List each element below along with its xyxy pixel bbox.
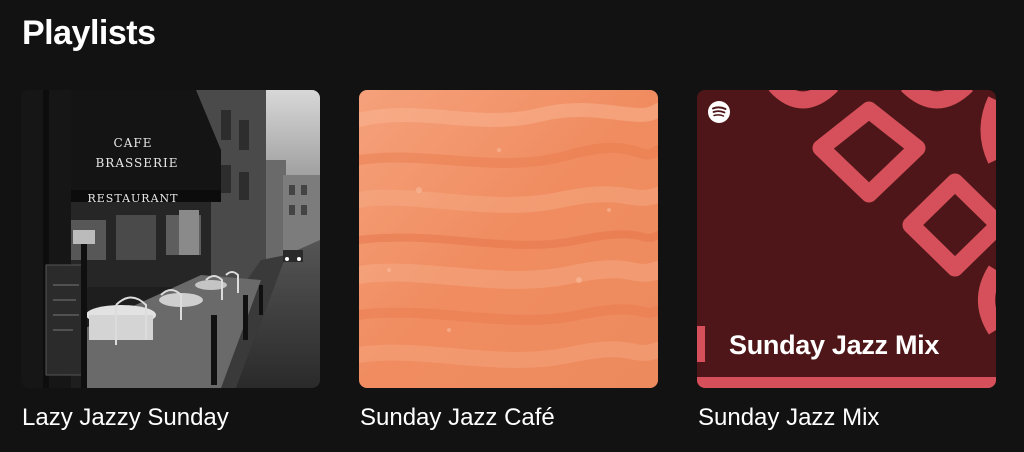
playlist-card-sunday-jazz-cafe[interactable]: Sunday Jazz Café: [359, 90, 658, 431]
mix-cover-label: Sunday Jazz Mix: [729, 330, 940, 360]
playlist-title[interactable]: Lazy Jazzy Sunday: [22, 404, 229, 432]
playlist-cover-image[interactable]: CAFE BRASSERIE RESTAURANT: [21, 90, 320, 388]
playlist-cover-image[interactable]: [359, 90, 658, 388]
playlist-cover-image[interactable]: Sunday Jazz Mix: [697, 90, 996, 388]
orange-texture-art: [359, 90, 658, 388]
playlist-card-lazy-jazzy-sunday[interactable]: CAFE BRASSERIE RESTAURANT Lazy Jazzy Sun…: [21, 90, 320, 431]
spotify-logo-icon: [708, 101, 730, 123]
section-title: Playlists: [22, 14, 156, 52]
cafe-street-photo: CAFE BRASSERIE RESTAURANT: [21, 90, 320, 388]
playlist-title[interactable]: Sunday Jazz Café: [360, 404, 555, 432]
playlist-card-sunday-jazz-mix[interactable]: Sunday Jazz Mix Sunday Jazz Mix: [697, 90, 996, 431]
cafe-sign: CAFE: [114, 136, 153, 150]
playlist-title[interactable]: Sunday Jazz Mix: [698, 404, 879, 432]
brasserie-sign: BRASSERIE: [95, 156, 178, 170]
